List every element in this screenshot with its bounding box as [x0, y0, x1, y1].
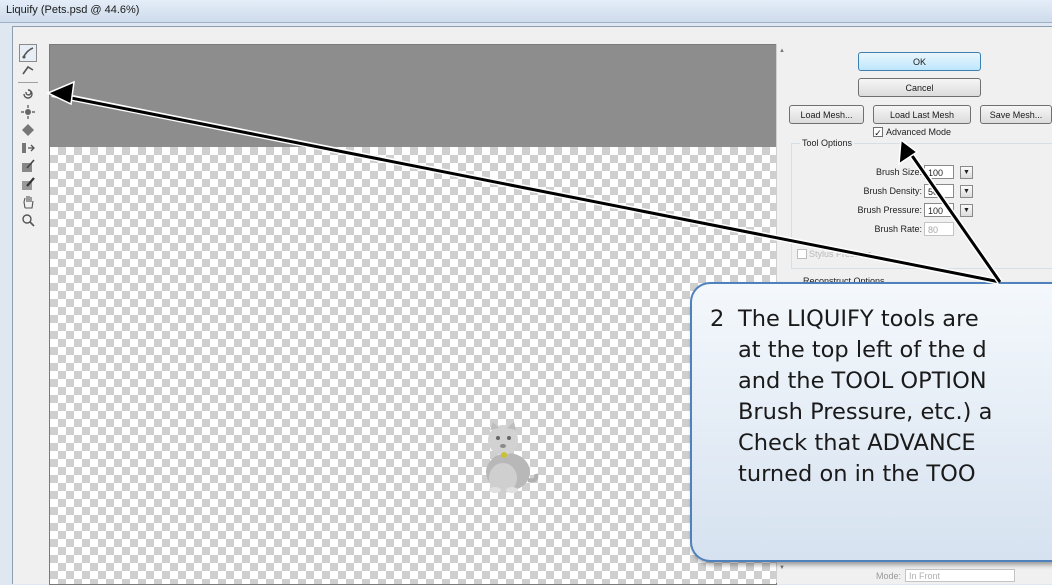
brush-rate-input[interactable]: 80 — [924, 222, 954, 236]
reconstruct-icon[interactable] — [20, 62, 36, 78]
callout-line-1: The LIQUIFY tools are — [738, 306, 979, 332]
load-mesh-button[interactable]: Load Mesh... — [789, 105, 864, 124]
freeze-mask-icon[interactable] — [20, 158, 36, 174]
advanced-mode-label: Advanced Mode — [886, 127, 952, 137]
advanced-mode-check[interactable]: ✓ — [873, 127, 883, 138]
instruction-callout: 2 The LIQUIFY tools are at the top left o… — [690, 282, 1052, 562]
twirl-icon[interactable] — [20, 86, 36, 102]
scroll-down-icon[interactable]: ▼ — [777, 565, 787, 571]
transparent-layer — [50, 147, 776, 584]
callout-line-2: at the top left of the d — [738, 337, 987, 363]
callout-line-3: and the TOOL OPTION — [738, 368, 987, 394]
step-number: 2 — [710, 306, 725, 332]
liquify-toolbar — [14, 40, 42, 580]
stylus-pressure-checkbox[interactable] — [797, 249, 807, 259]
mode-label: Mode: — [876, 570, 902, 581]
save-mesh-button[interactable]: Save Mesh... — [980, 105, 1052, 124]
cat-image — [486, 422, 539, 493]
thaw-mask-icon[interactable] — [20, 176, 36, 192]
brush-pressure-dropdown[interactable]: ▼ — [960, 203, 973, 217]
brush-rate-label: Brush Rate: — [874, 224, 922, 234]
callout-text: 2 The LIQUIFY tools are at the top left o… — [710, 304, 1052, 490]
brush-pressure-row: Brush Pressure: 100 ▼ — [830, 203, 973, 217]
brush-density-label: Brush Density: — [863, 186, 922, 196]
brush-size-input[interactable]: 100 — [924, 165, 954, 179]
tool-options-title: Tool Options — [800, 138, 855, 148]
brush-rate-row: Brush Rate: 80 — [848, 222, 954, 236]
brush-density-row: Brush Density: 50 ▼ — [840, 184, 973, 198]
brush-density-input[interactable]: 50 — [924, 184, 954, 198]
brush-pressure-label: Brush Pressure: — [857, 205, 922, 215]
brush-size-dropdown[interactable]: ▼ — [960, 165, 973, 179]
preview-canvas[interactable] — [49, 44, 777, 585]
mode-row: Mode: In Front — [876, 569, 1016, 582]
cancel-button[interactable]: Cancel — [858, 78, 981, 97]
advanced-mode-checkbox[interactable]: ✓ Advanced Mode — [873, 127, 952, 138]
load-last-mesh-button[interactable]: Load Last Mesh — [873, 105, 971, 124]
brush-pressure-input[interactable]: 100 — [924, 203, 954, 217]
brush-density-dropdown[interactable]: ▼ — [960, 184, 973, 198]
pucker-icon[interactable] — [20, 104, 36, 120]
callout-line-4: Brush Pressure, etc.) a — [738, 399, 993, 425]
push-left-icon[interactable] — [20, 140, 36, 156]
callout-line-6: turned on in the TOO — [738, 461, 976, 487]
stylus-pressure-row: Stylus Pressure — [797, 249, 872, 259]
window-title: Liquify (Pets.psd @ 44.6%) — [6, 4, 140, 16]
mode-select[interactable]: In Front — [905, 569, 1016, 582]
hand-icon[interactable] — [20, 194, 36, 210]
stylus-pressure-label: Stylus Pressure — [809, 249, 873, 259]
brush-size-row: Brush Size: 100 ▼ — [862, 165, 973, 179]
bloat-icon[interactable] — [20, 122, 36, 138]
zoom-icon[interactable] — [20, 212, 36, 228]
scroll-up-icon[interactable]: ▲ — [777, 48, 787, 54]
forward-warp-icon[interactable] — [19, 44, 37, 62]
brush-size-label: Brush Size: — [875, 167, 922, 177]
window-titlebar: Liquify (Pets.psd @ 44.6%) — [0, 0, 1052, 23]
ok-button[interactable]: OK — [858, 52, 981, 71]
callout-line-5: Check that ADVANCE — [738, 430, 976, 456]
